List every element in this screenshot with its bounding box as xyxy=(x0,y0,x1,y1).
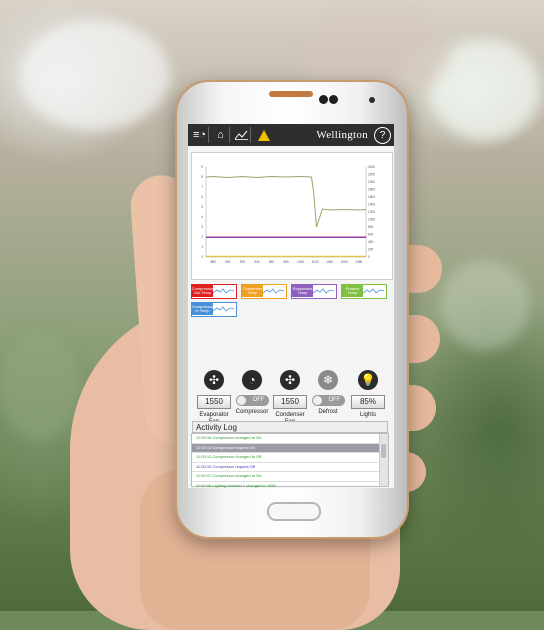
fan-icon[interactable]: ✣ xyxy=(280,370,300,390)
sparkline-icon xyxy=(213,288,235,294)
y-right-tick-label: 0 xyxy=(368,255,370,259)
activity-log: Activity Log 11:00:16 Compressor changed… xyxy=(191,421,389,488)
app-bar: ≡◔ ⌂ Wellington ? xyxy=(188,124,394,146)
x-tick-label: 980 xyxy=(283,260,289,264)
toggle-knob[interactable] xyxy=(312,396,322,405)
earpiece-speaker xyxy=(269,91,313,97)
legend-item[interactable]: Compressor Out Temp xyxy=(191,284,237,299)
warning-icon[interactable] xyxy=(258,129,270,141)
control-label: Defrost xyxy=(318,409,338,415)
bulb-icon[interactable]: 💡 xyxy=(358,370,378,390)
y-right-tick-label: 1000 xyxy=(368,218,375,222)
legend-item[interactable]: Product Temp xyxy=(341,284,387,299)
menu-wifi-icon[interactable]: ≡◔ xyxy=(191,127,209,143)
brand-logo: Wellington xyxy=(316,129,368,141)
y-left-tick-label: 4 xyxy=(201,215,203,219)
sparkline-icon xyxy=(213,306,235,312)
x-tick-label: 1060 xyxy=(341,260,348,264)
y-left-tick-label: 3 xyxy=(201,225,203,229)
control-compressor: ◔ OFF Compressor xyxy=(234,370,270,416)
control-label: Lights xyxy=(359,412,376,418)
log-row[interactable]: 11:00:12 Compressor changed to Off xyxy=(192,453,388,463)
help-button[interactable]: ? xyxy=(374,126,391,144)
phone-screen: ≡◔ ⌂ Wellington ? 880 900 920 940 960 980 1000… xyxy=(188,124,394,488)
y-right-tick-label: 800 xyxy=(368,225,374,229)
chart-svg: 880 900 920 940 960 980 1000 1020 1040 1060 108001… xyxy=(201,165,375,264)
chart-icon[interactable] xyxy=(233,127,251,143)
y-right-tick-label: 2200 xyxy=(368,173,375,177)
x-tick-label: 1080 xyxy=(355,260,362,264)
y-right-tick-label: 400 xyxy=(368,240,374,244)
legend-label: Product Temp xyxy=(342,285,363,297)
toggle-switch[interactable]: OFF xyxy=(311,395,345,406)
sparkline-icon xyxy=(313,288,335,294)
y-right-tick-label: 1400 xyxy=(368,203,375,207)
legend-label: Compressor Out Temp xyxy=(191,285,214,297)
toggle-state: OFF xyxy=(328,397,341,403)
legend-item[interactable]: Compressor In Temp xyxy=(191,302,237,317)
y-right-tick-label: 2000 xyxy=(368,180,375,184)
control-lights: 💡 85% Lights xyxy=(350,370,386,419)
x-tick-label: 920 xyxy=(240,260,246,264)
log-row[interactable]: 11:00:14 Compressor request On xyxy=(192,443,388,454)
x-tick-label: 960 xyxy=(269,260,275,264)
x-tick-label: 900 xyxy=(225,260,231,264)
log-row[interactable]: 11:00:07 Compressor changed to On xyxy=(192,472,388,482)
fan-icon[interactable]: ✣ xyxy=(204,370,224,390)
x-tick-label: 1040 xyxy=(326,260,333,264)
toggle-knob[interactable] xyxy=(236,396,246,405)
y-right-tick-label: 600 xyxy=(368,233,374,237)
defrost-icon[interactable]: ❄ xyxy=(318,370,338,390)
smartphone: ≡◔ ⌂ Wellington ? 880 900 920 940 960 980 1000… xyxy=(175,80,409,539)
scrollbar-thumb[interactable] xyxy=(381,444,386,458)
value-box[interactable]: 1550 xyxy=(197,395,231,409)
value-box[interactable]: 85% xyxy=(351,395,385,409)
control-evaporator-fan: ✣1550Evaporator Fan xyxy=(196,370,232,426)
y-left-tick-label: 0 xyxy=(201,255,203,259)
x-tick-label: 940 xyxy=(254,260,260,264)
y-right-tick-label: 200 xyxy=(368,248,374,252)
y-left-tick-label: 6 xyxy=(201,195,203,199)
log-row[interactable]: 11:00:10 Compressor request Off xyxy=(192,463,388,473)
sparkline-icon xyxy=(263,288,285,294)
sparkline-icon xyxy=(363,288,385,294)
legend-label: Evaporator Temp xyxy=(292,285,313,297)
camera-icon xyxy=(319,95,328,104)
temperature-chart: 880 900 920 940 960 980 1000 1020 1040 1060 1080 0 1… xyxy=(191,152,393,280)
y-right-tick-label: 1800 xyxy=(368,188,375,192)
camera-icon xyxy=(329,95,338,104)
y-left-tick-label: 7 xyxy=(201,185,203,189)
y-right-tick-label: 1200 xyxy=(368,210,375,214)
y-right-tick-label: 1600 xyxy=(368,195,375,199)
y-left-tick-label: 5 xyxy=(201,205,203,209)
x-tick-label: 1000 xyxy=(297,260,304,264)
sensor xyxy=(369,97,375,103)
legend-label: Compressor In Temp xyxy=(191,303,214,315)
control-defrost: ❄ OFF Defrost xyxy=(310,370,346,416)
legend-item[interactable]: Condenser Temp xyxy=(241,284,287,299)
y-left-tick-label: 8 xyxy=(201,175,203,179)
control-condenser-fan: ✣1550Condenser Fan xyxy=(272,370,308,426)
y-left-tick-label: 9 xyxy=(201,165,203,169)
log-row[interactable]: 11:00:16 Compressor changed to On xyxy=(192,434,388,444)
toggle-switch[interactable]: OFF xyxy=(235,395,269,406)
y-right-tick-label: 2400 xyxy=(368,165,375,169)
home-button[interactable] xyxy=(267,502,321,521)
y-left-tick-label: 1 xyxy=(201,245,203,249)
toggle-state: OFF xyxy=(252,397,265,403)
series-line xyxy=(205,175,367,228)
compressor-icon[interactable]: ◔ xyxy=(242,370,262,390)
legend-item[interactable]: Evaporator Temp xyxy=(291,284,337,299)
log-scrollbar[interactable] xyxy=(379,434,388,486)
legend-label: Condenser Temp xyxy=(242,285,263,297)
control-label: Compressor xyxy=(235,409,269,415)
log-row[interactable]: 11:00:06 Lighting channel 1 changed to 1… xyxy=(192,482,388,488)
x-tick-label: 1020 xyxy=(312,260,319,264)
home-icon[interactable]: ⌂ xyxy=(212,127,230,143)
activity-log-title: Activity Log xyxy=(192,421,388,433)
x-tick-label: 880 xyxy=(211,260,217,264)
y-left-tick-label: 2 xyxy=(201,235,203,239)
value-box[interactable]: 1550 xyxy=(273,395,307,409)
